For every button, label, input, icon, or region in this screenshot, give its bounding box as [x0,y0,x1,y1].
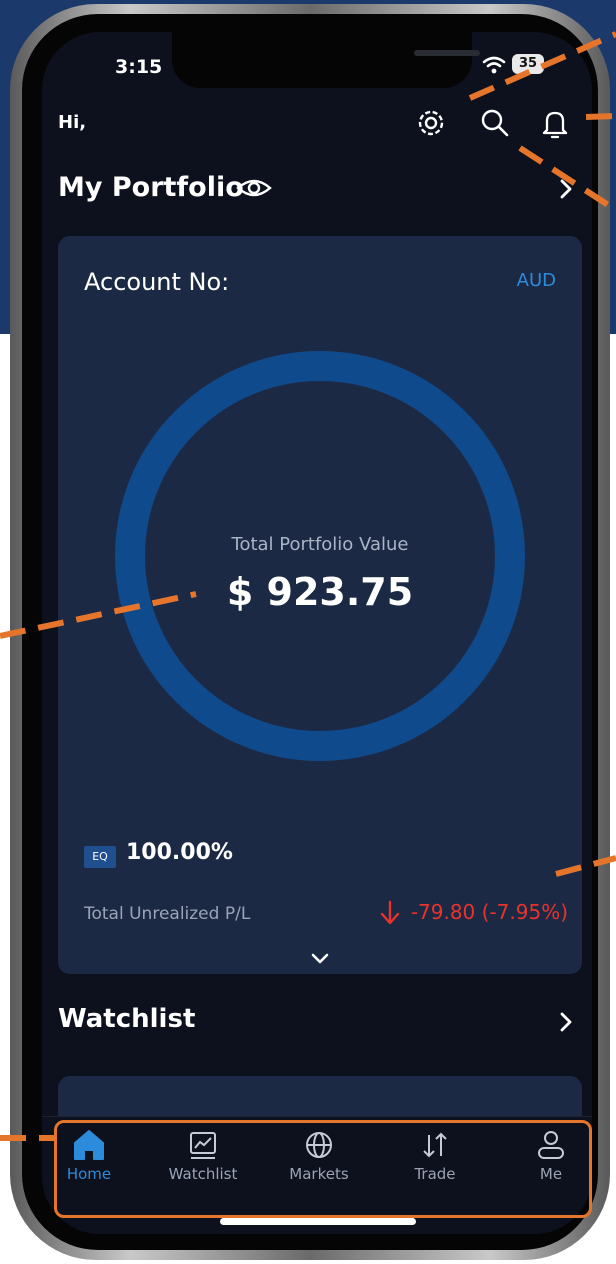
annotation-dashed-lines [0,31,616,1141]
